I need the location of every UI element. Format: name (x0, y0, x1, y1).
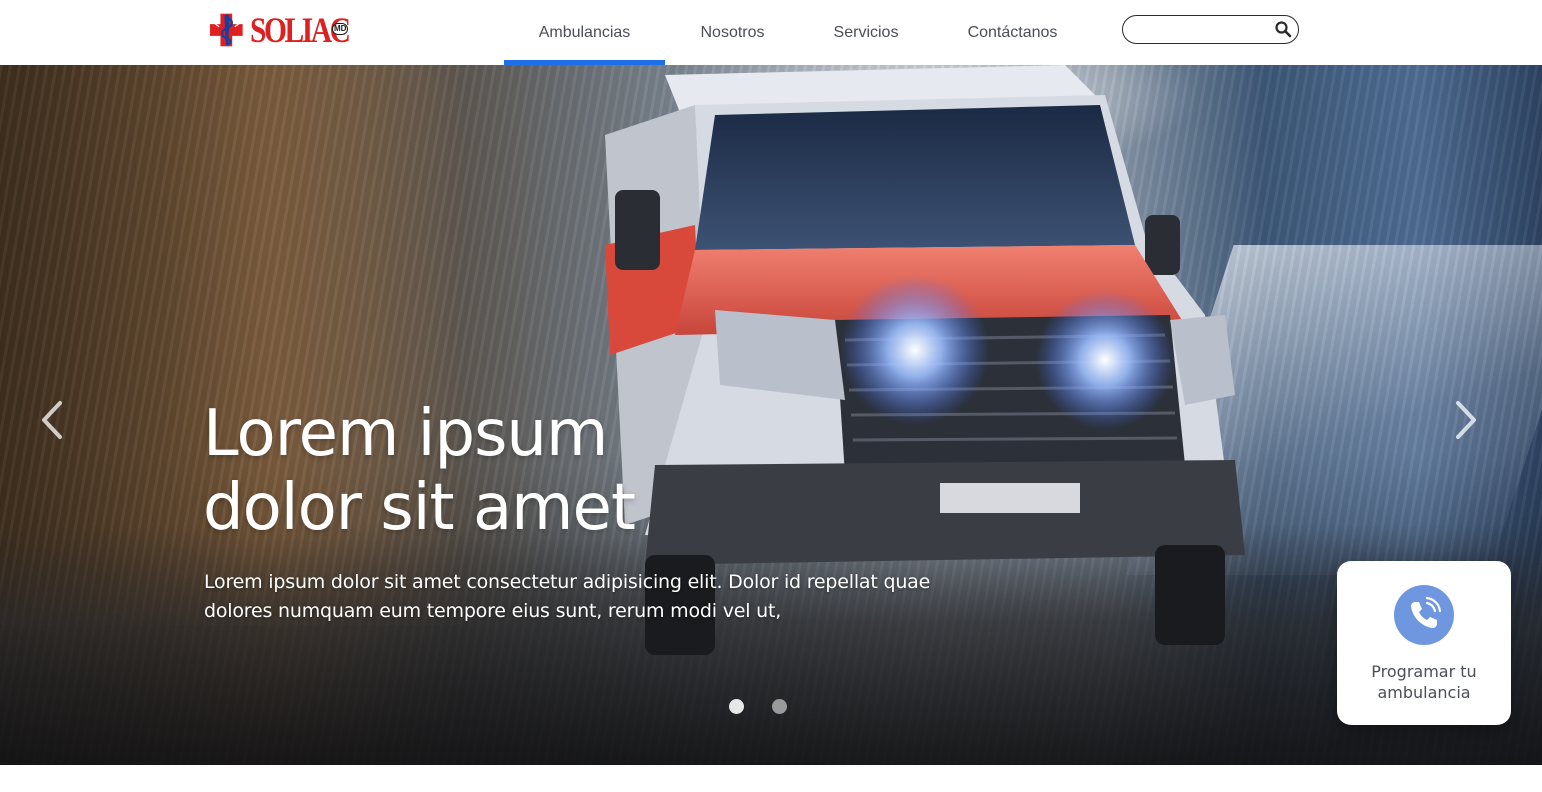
carousel-dot-1[interactable] (729, 699, 744, 714)
medical-cross-logo-icon (210, 13, 243, 47)
site-header: SOLIAC MD Ambulancias Nosotros Servicios… (0, 0, 1542, 65)
hero-title-line: dolor sit amet (203, 471, 636, 545)
cta-label-line: Programar tu (1371, 662, 1477, 681)
hero-description: Lorem ipsum dolor sit amet consectetur a… (204, 571, 931, 622)
cta-icon-circle (1394, 585, 1454, 645)
hero-title-line: Lorem ipsum (203, 397, 608, 471)
chevron-right-icon[interactable] (1446, 395, 1486, 445)
cta-label-line: ambulancia (1377, 683, 1471, 702)
hero-title: Lorem ipsum dolor sit amet (203, 397, 903, 545)
brand-logo[interactable]: SOLIAC MD (210, 5, 370, 55)
nav-item-contactanos[interactable]: Contáctanos (932, 0, 1093, 65)
nav-item-ambulancias[interactable]: Ambulancias (504, 0, 665, 65)
carousel-indicators (729, 699, 787, 714)
cta-label: Programar tu ambulancia (1337, 661, 1511, 703)
logo-badge: MD (331, 23, 349, 35)
nav-item-nosotros[interactable]: Nosotros (665, 0, 800, 65)
hero-carousel: Lorem ipsum dolor sit amet Lorem ipsum d… (0, 65, 1542, 765)
carousel-dot-2[interactable] (772, 699, 787, 714)
search-input[interactable] (1135, 20, 1275, 39)
schedule-ambulance-button[interactable]: Programar tu ambulancia (1337, 561, 1511, 725)
search-box (1122, 15, 1299, 44)
chevron-left-icon[interactable] (32, 395, 72, 445)
nav-item-servicios[interactable]: Servicios (800, 0, 932, 65)
phone-call-icon (1411, 596, 1442, 628)
main-nav: Ambulancias Nosotros Servicios Contáctan… (504, 0, 1093, 65)
search-icon[interactable] (1274, 20, 1292, 38)
